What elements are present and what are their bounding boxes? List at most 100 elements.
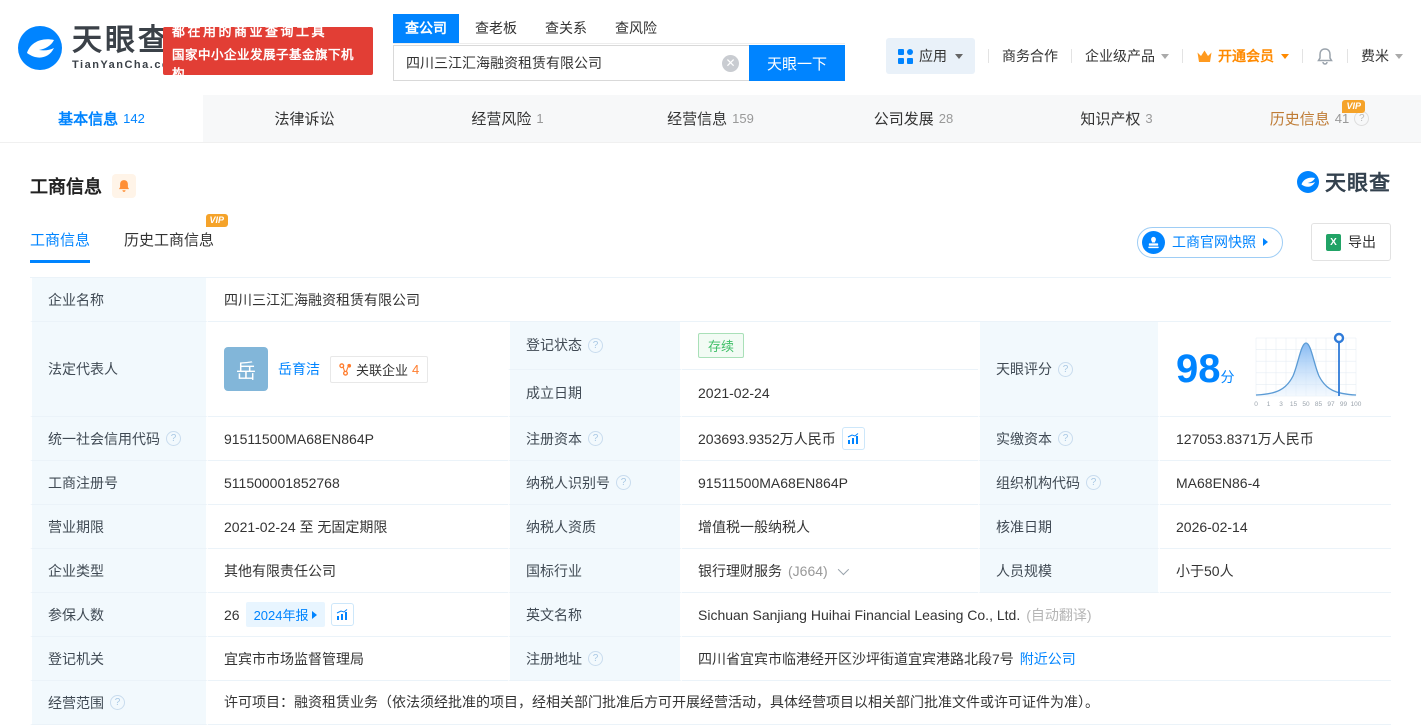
help-icon[interactable]: ? — [588, 651, 603, 666]
score-number: 98 — [1176, 347, 1221, 391]
legal-rep-name-link[interactable]: 岳育洁 — [278, 359, 320, 379]
arrow-right-icon — [311, 610, 317, 619]
svg-text:99: 99 — [1339, 401, 1347, 408]
banner-line2: 国家中小企业发展子基金旗下机构 — [172, 47, 355, 81]
value-company-name: 四川三江汇海融资租赁有限公司 — [208, 278, 1391, 322]
value-taxpayer-quality: 增值税一般纳税人 — [682, 505, 978, 549]
label-company-type: 企业类型 — [30, 549, 208, 593]
nav-cooperation[interactable]: 商务合作 — [1002, 46, 1058, 66]
search-tab-relation[interactable]: 查关系 — [533, 14, 599, 43]
insured-trend-chart-icon[interactable] — [330, 603, 354, 626]
vip-badge: VIP — [205, 214, 229, 227]
help-icon[interactable]: ? — [588, 431, 603, 446]
help-icon[interactable]: ? — [1086, 475, 1101, 490]
help-icon[interactable]: ? — [166, 431, 181, 446]
status-badge: 存续 — [698, 332, 745, 358]
search-tab-boss[interactable]: 查老板 — [463, 14, 529, 43]
export-button[interactable]: X 导出 — [1311, 223, 1391, 261]
related-companies-badge[interactable]: 关联企业 4 — [330, 355, 429, 383]
search-tab-company[interactable]: 查公司 — [393, 14, 459, 43]
watermark-logo: 天眼查 — [1296, 167, 1391, 197]
top-nav: 应用 商务合作 企业级产品 开通会员 费米 — [886, 38, 1403, 74]
label-industry: 国标行业 — [508, 549, 682, 593]
official-snapshot-button[interactable]: 工商官网快照 — [1137, 226, 1283, 258]
subtab-business-info[interactable]: 工商信息 — [30, 229, 91, 263]
eye-logo-icon — [1297, 171, 1319, 193]
chevron-down-icon — [1161, 53, 1169, 59]
search-button[interactable]: 天眼一下 — [749, 45, 845, 81]
value-company-type: 其他有限责任公司 — [208, 549, 508, 593]
capital-trend-chart-icon[interactable] — [841, 427, 865, 450]
apps-menu-button[interactable]: 应用 — [886, 38, 975, 74]
chevron-down-icon — [1395, 53, 1403, 59]
chevron-down-icon[interactable] — [837, 563, 849, 575]
clear-search-icon[interactable]: ✕ — [722, 55, 739, 72]
promo-banner: 都在用的商业查询工具 国家中小企业发展子基金旗下机构 — [163, 24, 373, 81]
tab-history-info[interactable]: VIP 历史信息 41 ? — [1218, 95, 1421, 142]
value-registration-number: 511500001852768 — [208, 461, 508, 505]
business-info-table: 企业名称 四川三江汇海融资租赁有限公司 法定代表人 岳 岳育洁 关联企业 4 登… — [30, 277, 1391, 725]
eye-logo-icon — [18, 26, 62, 70]
label-staff-size: 人员规模 — [978, 549, 1160, 593]
tianyancha-logo[interactable]: 天眼查 TianYanCha.com — [16, 24, 181, 72]
svg-text:100: 100 — [1350, 401, 1361, 408]
subscribe-bell-icon[interactable] — [112, 174, 136, 198]
value-english-name: Sichuan Sanjiang Huihai Financial Leasin… — [682, 593, 1391, 637]
label-credit-code: 统一社会信用代码 ? — [30, 417, 208, 461]
help-icon[interactable]: ? — [588, 337, 603, 353]
legal-rep-avatar[interactable]: 岳 — [224, 347, 268, 391]
help-icon[interactable]: ? — [110, 695, 125, 710]
value-paid-capital: 127053.8371万人民币 — [1160, 417, 1391, 461]
label-registered-address: 注册地址 ? — [508, 637, 682, 681]
svg-text:97: 97 — [1327, 401, 1335, 408]
tab-business-info[interactable]: 经营信息 159 — [609, 95, 812, 142]
subtab-history-business-info[interactable]: VIP 历史工商信息 — [124, 214, 229, 263]
tab-legal-proceedings[interactable]: 法律诉讼 — [203, 95, 406, 142]
value-registration-status: 存续 — [682, 322, 978, 370]
label-registration-number: 工商注册号 — [30, 461, 208, 505]
help-icon[interactable]: ? — [1058, 431, 1073, 446]
label-approval-date: 核准日期 — [978, 505, 1160, 549]
user-menu[interactable]: 费米 — [1361, 46, 1403, 66]
label-taxpayer-id: 纳税人识别号 ? — [508, 461, 682, 505]
chevron-down-icon — [1281, 53, 1289, 59]
value-registration-authority: 宜宾市市场监督管理局 — [208, 637, 508, 681]
label-registration-authority: 登记机关 — [30, 637, 208, 681]
apps-label: 应用 — [919, 48, 947, 64]
search-area: 查公司 查老板 查关系 查风险 ✕ 天眼一下 — [393, 14, 845, 81]
tab-intellectual-property[interactable]: 知识产权 3 — [1015, 95, 1218, 142]
open-member-button[interactable]: 开通会员 — [1196, 46, 1289, 66]
annual-report-badge[interactable]: 2024年报 — [245, 602, 325, 627]
label-insured-count: 参保人数 — [30, 593, 208, 637]
stamp-icon — [1142, 230, 1165, 254]
svg-text:0: 0 — [1254, 401, 1258, 408]
help-icon[interactable]: ? — [1058, 361, 1073, 377]
value-registered-capital: 203693.9352万人民币 — [682, 417, 978, 461]
search-input[interactable] — [393, 45, 749, 81]
value-business-term: 2021-02-24 至 无固定期限 — [208, 505, 508, 549]
svg-text:1: 1 — [1266, 401, 1270, 408]
value-registered-address: 四川省宜宾市临港经开区沙坪街道宜宾港路北段7号 附近公司 — [682, 637, 1391, 681]
sub-tabs: 工商信息 VIP 历史工商信息 — [30, 214, 229, 263]
value-org-code: MA68EN86-4 — [1160, 461, 1391, 505]
value-industry[interactable]: 银行理财服务 (J664) — [682, 549, 978, 593]
search-tabs: 查公司 查老板 查关系 查风险 — [393, 14, 845, 44]
search-tab-risk[interactable]: 查风险 — [603, 14, 669, 43]
nav-enterprise[interactable]: 企业级产品 — [1085, 46, 1169, 66]
label-paid-capital: 实缴资本 ? — [978, 417, 1160, 461]
excel-icon: X — [1326, 233, 1341, 251]
tab-company-development[interactable]: 公司发展 28 — [812, 95, 1015, 142]
tab-basic-info[interactable]: 基本信息 142 — [0, 95, 203, 142]
label-english-name: 英文名称 — [508, 593, 682, 637]
crown-icon — [1197, 50, 1212, 62]
tab-business-risk[interactable]: 经营风险 1 — [406, 95, 609, 142]
nearby-companies-link[interactable]: 附近公司 — [1020, 649, 1076, 669]
section-title: 工商信息 — [30, 177, 102, 197]
help-icon[interactable]: ? — [1354, 111, 1370, 126]
help-icon[interactable]: ? — [616, 475, 631, 490]
score-marker-pin — [1333, 332, 1344, 344]
value-tianyan-score[interactable]: 98分 0 1 3 15 50 85 97 99 100 — [1160, 322, 1391, 417]
network-icon — [339, 362, 352, 376]
label-tianyan-score: 天眼评分 ? — [978, 322, 1160, 417]
notification-bell-icon[interactable] — [1316, 47, 1334, 65]
